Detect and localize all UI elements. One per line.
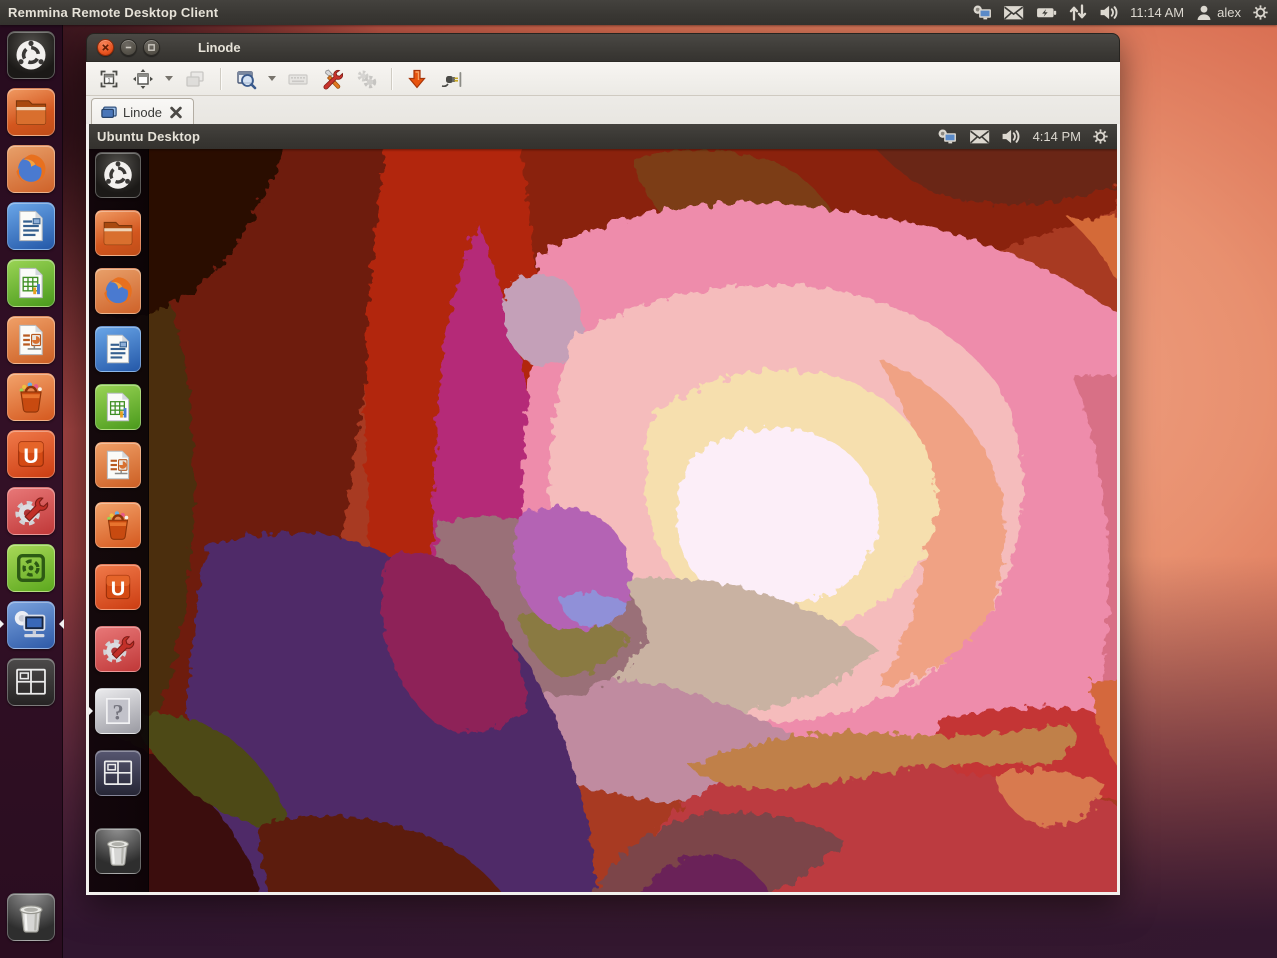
remote-session-gear-icon[interactable] xyxy=(1092,128,1109,145)
fit-menu-caret[interactable] xyxy=(162,66,176,92)
tools-button[interactable] xyxy=(317,66,347,92)
active-app-title: Remmina Remote Desktop Client xyxy=(0,5,218,20)
host-clock[interactable]: 11:14 AM xyxy=(1130,5,1184,20)
host-top-panel: Remmina Remote Desktop Client 11:14 AM a… xyxy=(0,0,1277,25)
focused-indicator-arrow xyxy=(59,619,64,629)
launcher-item-firefox[interactable] xyxy=(7,145,55,193)
window-maximize-button[interactable] xyxy=(143,39,160,56)
scaled-button[interactable] xyxy=(231,66,261,92)
host-tray xyxy=(973,4,1120,21)
fit-button[interactable] xyxy=(128,66,158,92)
launcher-item-dash[interactable] xyxy=(95,152,141,198)
remote-clock[interactable]: 4:14 PM xyxy=(1033,129,1081,144)
disconnect-button[interactable] xyxy=(436,66,466,92)
launcher-item-writer[interactable] xyxy=(95,326,141,372)
remote-top-panel: Ubuntu Desktop 4:14 PM xyxy=(89,124,1117,149)
keyboard-button xyxy=(283,66,313,92)
launcher-item-firefox[interactable] xyxy=(95,268,141,314)
launcher-item-writer[interactable] xyxy=(7,202,55,250)
duplicate-button xyxy=(180,66,210,92)
volume-indicator-icon[interactable] xyxy=(1001,128,1021,145)
remote-panel-title: Ubuntu Desktop xyxy=(89,129,200,144)
toolbar-separator xyxy=(220,68,221,90)
launcher-item-settings[interactable] xyxy=(7,487,55,535)
remmina-window: Linode 1 Linode xyxy=(86,33,1120,895)
launcher-item-question[interactable]: ? xyxy=(95,688,141,734)
svg-text:?: ? xyxy=(112,699,123,724)
launcher-item-workspace[interactable] xyxy=(7,658,55,706)
mail-indicator-icon[interactable] xyxy=(1003,4,1024,21)
launcher-item-trash[interactable] xyxy=(7,893,55,941)
preferences-button xyxy=(351,66,381,92)
launcher-item-uone[interactable]: U xyxy=(95,564,141,610)
user-menu[interactable]: alex xyxy=(1195,4,1241,21)
svg-text:U: U xyxy=(111,578,126,600)
scaled-menu-caret[interactable] xyxy=(265,66,279,92)
tab-linode[interactable]: Linode xyxy=(91,98,194,125)
tab-strip: Linode xyxy=(86,96,1120,125)
remote-session-view[interactable]: Ubuntu Desktop 4:14 PM U? xyxy=(86,124,1120,895)
tab-close-button[interactable] xyxy=(168,106,184,119)
session-gear-icon[interactable] xyxy=(1252,4,1269,21)
launcher-item-workspace[interactable] xyxy=(95,750,141,796)
volume-indicator-icon[interactable] xyxy=(1099,4,1119,21)
launcher-item-calc[interactable] xyxy=(7,259,55,307)
launcher-item-impress[interactable] xyxy=(95,442,141,488)
remmina-connection-indicator-icon[interactable] xyxy=(973,4,993,21)
window-minimize-button[interactable] xyxy=(120,39,137,56)
launcher-item-software[interactable] xyxy=(95,502,141,548)
minimize-window-button[interactable] xyxy=(402,66,432,92)
launcher-item-uone[interactable]: U xyxy=(7,430,55,478)
fullscreen-button[interactable]: 1 xyxy=(94,66,124,92)
tab-label: Linode xyxy=(123,105,162,120)
host-launcher: U xyxy=(0,25,63,958)
remote-wallpaper xyxy=(89,124,1117,892)
desktop: Remmina Remote Desktop Client 11:14 AM a… xyxy=(0,0,1277,958)
svg-text:U: U xyxy=(23,445,38,468)
launcher-item-files[interactable] xyxy=(7,88,55,136)
launcher-item-software[interactable] xyxy=(7,373,55,421)
window-title: Linode xyxy=(198,40,241,55)
launcher-item-dash[interactable] xyxy=(7,31,55,79)
running-indicator-arrow xyxy=(0,619,4,629)
launcher-item-trash[interactable] xyxy=(95,828,141,874)
launcher-item-remmina[interactable] xyxy=(7,601,55,649)
remote-tray xyxy=(938,128,1021,145)
launcher-item-update[interactable] xyxy=(7,544,55,592)
battery-indicator-icon[interactable] xyxy=(1036,4,1057,21)
remote-launcher: U? xyxy=(89,149,149,892)
window-titlebar[interactable]: Linode xyxy=(86,33,1120,62)
remmina-connection-indicator-icon[interactable] xyxy=(938,128,958,145)
running-indicator-arrow xyxy=(88,706,93,716)
launcher-item-impress[interactable] xyxy=(7,316,55,364)
window-close-button[interactable] xyxy=(97,39,114,56)
launcher-item-settings[interactable] xyxy=(95,626,141,672)
remote-screen-icon xyxy=(101,106,117,119)
remmina-toolbar: 1 xyxy=(86,62,1120,96)
network-traffic-indicator-icon[interactable] xyxy=(1068,4,1088,21)
user-name: alex xyxy=(1217,5,1241,20)
user-icon xyxy=(1195,4,1213,21)
toolbar-separator xyxy=(391,68,392,90)
launcher-item-files[interactable] xyxy=(95,210,141,256)
launcher-item-calc[interactable] xyxy=(95,384,141,430)
mail-indicator-icon[interactable] xyxy=(969,128,990,145)
